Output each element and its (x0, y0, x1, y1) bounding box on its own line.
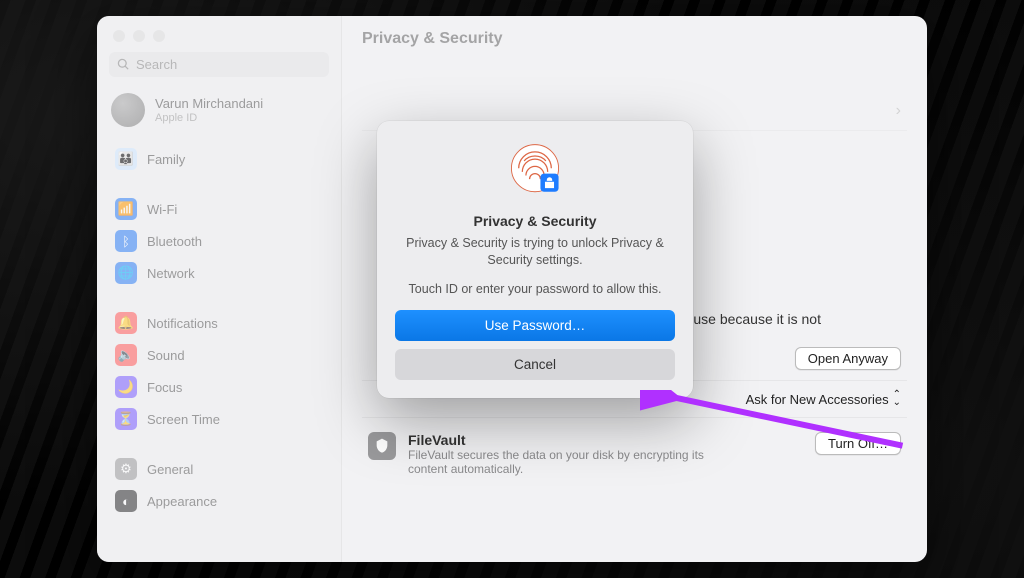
family-icon: 👪 (115, 148, 137, 170)
filevault-title: FileVault (408, 432, 738, 448)
network-icon: 🌐 (115, 262, 137, 284)
search-icon (117, 58, 130, 71)
filevault-sub: FileVault secures the data on your disk … (408, 448, 738, 476)
system-settings-window: Search Varun Mirchandani Apple ID 👪 Fami… (97, 16, 927, 562)
zoom-dot[interactable] (153, 30, 165, 42)
cancel-button[interactable]: Cancel (395, 349, 675, 380)
sidebar-label: Notifications (147, 316, 218, 331)
bell-icon: 🔔 (115, 312, 137, 334)
search-placeholder: Search (136, 57, 177, 72)
touchid-icon (506, 141, 564, 199)
filevault-row: FileVault FileVault secures the data on … (362, 418, 907, 486)
focus-icon: 🌙 (115, 376, 137, 398)
sidebar-item-general[interactable]: ⚙ General (109, 453, 329, 485)
sidebar-label: Appearance (147, 494, 217, 509)
accessories-select[interactable]: Ask for New Accessories ⌃⌄ (746, 391, 901, 407)
sidebar-label: Bluetooth (147, 234, 202, 249)
sidebar: Search Varun Mirchandani Apple ID 👪 Fami… (97, 16, 342, 562)
auth-dialog: Privacy & Security Privacy & Security is… (377, 121, 693, 398)
sidebar-label: Wi-Fi (147, 202, 177, 217)
window-controls (97, 16, 341, 50)
sidebar-label: General (147, 462, 193, 477)
avatar (111, 93, 145, 127)
chevron-right-icon: › (896, 102, 901, 120)
sidebar-item-appearance[interactable]: ◐ Appearance (109, 485, 329, 517)
sidebar-label: Screen Time (147, 412, 220, 427)
sidebar-item-network[interactable]: 🌐 Network (109, 257, 329, 289)
sidebar-item-screentime[interactable]: ⏳ Screen Time (109, 403, 329, 435)
open-anyway-button[interactable]: Open Anyway (795, 347, 901, 370)
sidebar-item-notifications[interactable]: 🔔 Notifications (109, 307, 329, 339)
dialog-body-2: Touch ID or enter your password to allow… (399, 281, 671, 298)
accessories-value: Ask for New Accessories (746, 392, 889, 407)
search-input[interactable]: Search (109, 52, 329, 77)
dialog-title: Privacy & Security (395, 213, 675, 229)
gear-icon: ⚙ (115, 458, 137, 480)
page-title: Privacy & Security (342, 16, 927, 58)
dialog-body-1: Privacy & Security is trying to unlock P… (399, 235, 671, 269)
updown-icon: ⌃⌄ (893, 391, 901, 407)
use-password-button[interactable]: Use Password… (395, 310, 675, 341)
wifi-icon: 📶 (115, 198, 137, 220)
sidebar-item-family[interactable]: 👪 Family (109, 143, 329, 175)
user-sub: Apple ID (155, 112, 263, 124)
sidebar-label: Sound (147, 348, 185, 363)
filevault-icon (368, 432, 396, 460)
sidebar-item-bluetooth[interactable]: ᛒ Bluetooth (109, 225, 329, 257)
user-name: Varun Mirchandani (155, 96, 263, 112)
sidebar-label: Focus (147, 380, 182, 395)
bluetooth-icon: ᛒ (115, 230, 137, 252)
sidebar-item-focus[interactable]: 🌙 Focus (109, 371, 329, 403)
minimize-dot[interactable] (133, 30, 145, 42)
apple-id-row[interactable]: Varun Mirchandani Apple ID (97, 87, 341, 139)
sidebar-item-sound[interactable]: 🔈 Sound (109, 339, 329, 371)
sidebar-label: Family (147, 152, 185, 167)
sidebar-label: Network (147, 266, 195, 281)
sound-icon: 🔈 (115, 344, 137, 366)
appearance-icon: ◐ (115, 490, 137, 512)
sidebar-item-wifi[interactable]: 📶 Wi-Fi (109, 193, 329, 225)
hourglass-icon: ⏳ (115, 408, 137, 430)
filevault-turn-off-button[interactable]: Turn Off… (815, 432, 901, 455)
close-dot[interactable] (113, 30, 125, 42)
